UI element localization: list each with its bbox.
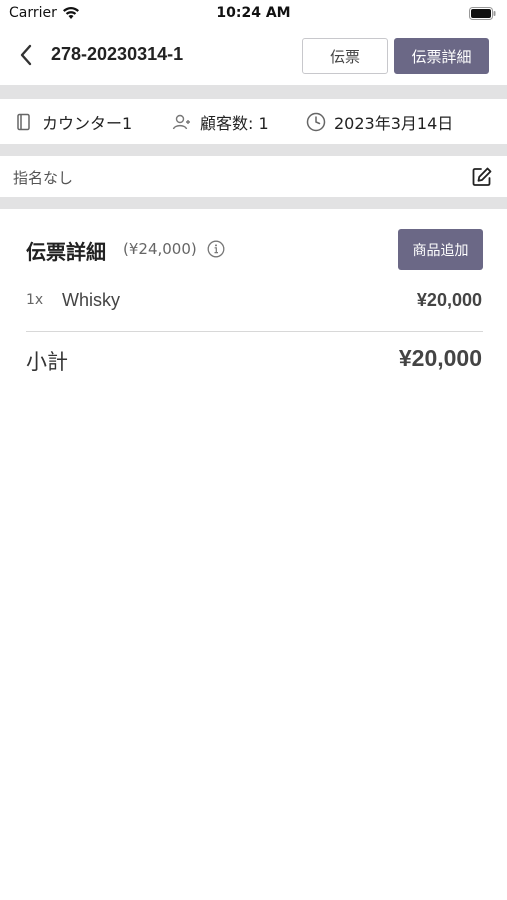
seat-info: カウンター1 xyxy=(14,99,132,144)
section-title: 伝票詳細 xyxy=(26,240,106,264)
back-button[interactable] xyxy=(12,40,40,70)
users-icon xyxy=(172,112,192,132)
tab-voucher-detail[interactable]: 伝票詳細 xyxy=(394,38,489,74)
seat-label: カウンター1 xyxy=(42,113,133,133)
info-row: カウンター1 顧客数: 1 2023年3月14日 xyxy=(0,99,507,144)
edit-icon xyxy=(472,167,492,186)
clock-icon xyxy=(306,112,326,132)
assignment-row[interactable]: 指名なし xyxy=(0,156,507,197)
subtotal-label: 小計 xyxy=(26,350,68,374)
assignment-label: 指名なし xyxy=(13,169,74,187)
add-item-button[interactable]: 商品追加 xyxy=(398,229,483,270)
status-bar: Carrier 10:24 AM xyxy=(0,0,507,28)
item-price: ¥20,000 xyxy=(416,290,482,310)
seat-icon xyxy=(14,112,34,132)
subtotal-value: ¥20,000 xyxy=(398,345,482,371)
info-icon[interactable] xyxy=(207,240,225,258)
clock: 10:24 AM xyxy=(216,5,291,21)
item-quantity: 1x xyxy=(26,292,44,308)
customer-count-label: 顧客数: 1 xyxy=(200,113,269,133)
total-note: (¥24,000) xyxy=(123,240,197,258)
section-divider xyxy=(0,144,507,156)
item-name: Whisky xyxy=(62,290,120,310)
section-divider xyxy=(0,197,507,209)
chevron-left-icon xyxy=(20,44,32,66)
date-info: 2023年3月14日 xyxy=(306,99,453,144)
page-title: 278-20230314-1 xyxy=(51,44,184,64)
battery-icon xyxy=(469,7,496,20)
edit-button[interactable] xyxy=(470,165,494,189)
customer-count-info: 顧客数: 1 xyxy=(172,99,269,144)
divider xyxy=(26,331,483,332)
tab-voucher[interactable]: 伝票 xyxy=(302,38,388,74)
section-divider xyxy=(0,85,507,99)
date-label: 2023年3月14日 xyxy=(334,113,454,133)
nav-bar: 278-20230314-1 伝票 伝票詳細 xyxy=(0,30,507,84)
